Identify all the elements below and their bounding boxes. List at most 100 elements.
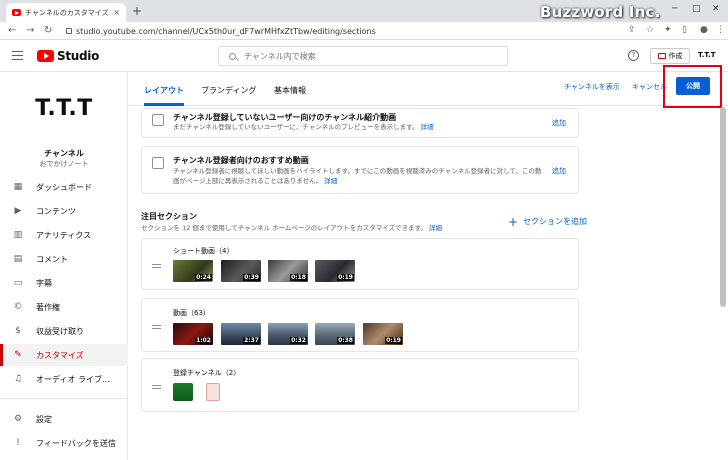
- forward-icon[interactable]: →: [26, 24, 34, 38]
- channel-name: おでかけノート: [39, 160, 89, 168]
- sidebar-item-earn[interactable]: $ 収益受け取り: [0, 320, 128, 342]
- drag-handle-icon[interactable]: [152, 325, 161, 329]
- video-duration: 0:18: [290, 274, 307, 281]
- search-input[interactable]: [244, 51, 484, 61]
- featured-video-card: チャンネル登録者向けのおすすめ動画 チャンネル登録者に視聴してほしい動画をハイラ…: [141, 146, 579, 194]
- details-link[interactable]: 詳細: [429, 224, 442, 232]
- video-thumbnail[interactable]: 0:18: [268, 260, 308, 282]
- lock-icon: [66, 28, 72, 34]
- sidebar-item-label: コンテンツ: [36, 206, 76, 216]
- sidebar-item-label: オーディオ ライブ...: [36, 374, 110, 384]
- sidebar-item-label: 著作権: [36, 302, 60, 312]
- featured-sections-title: 注目セクション: [141, 212, 197, 221]
- main-content: レイアウト ブランディング 基本情報 チャンネルを表示 キャンセル 公開 チャン…: [128, 65, 728, 460]
- videos-section[interactable]: 動画（63） 1:02 2:37 0:32 0:38 0:19: [141, 298, 579, 352]
- address-bar: ← → ↻ studio.youtube.com/channel/UCx5th0…: [0, 22, 728, 40]
- tab-close-icon[interactable]: ×: [113, 8, 120, 17]
- sidebar-item-comments[interactable]: ▤ コメント: [0, 248, 128, 270]
- profile-icon[interactable]: ●: [700, 25, 708, 35]
- analytics-icon: ▥: [13, 230, 23, 240]
- add-featured-button[interactable]: 追加: [552, 166, 566, 176]
- sidebar-item-audio-library[interactable]: ♫ オーディオ ライブ...: [0, 368, 128, 390]
- browser-menu-icon[interactable]: ⋮: [716, 25, 725, 35]
- channel-avatar-icon[interactable]: [206, 383, 220, 401]
- menu-icon[interactable]: [12, 51, 23, 60]
- video-thumbnail[interactable]: 0:19: [363, 323, 403, 345]
- channel-logo[interactable]: T.T.T: [0, 96, 128, 121]
- sidebar-item-label: 収益受け取り: [36, 326, 84, 336]
- sidebar-item-dashboard[interactable]: ▦ ダッシュボード: [0, 176, 128, 198]
- video-thumbnail[interactable]: 0:19: [315, 260, 355, 282]
- video-thumbnail[interactable]: 2:37: [221, 323, 261, 345]
- sidebar-item-label: コメント: [36, 254, 68, 264]
- video-duration: 0:39: [243, 274, 260, 281]
- sidebar-item-copyright[interactable]: © 著作権: [0, 296, 128, 318]
- studio-logo[interactable]: Studio: [37, 49, 99, 63]
- shorts-section[interactable]: ショート動画（4） 0:24 0:39 0:18 0:19: [141, 238, 579, 290]
- subscriptions-section[interactable]: 登録チャンネル（2）: [141, 358, 579, 412]
- feedback-icon: !: [16, 438, 20, 448]
- details-link[interactable]: 詳細: [421, 123, 434, 131]
- extensions-icon[interactable]: ✦: [664, 25, 672, 35]
- create-label: 作成: [668, 52, 683, 60]
- publish-button[interactable]: 公開: [676, 77, 710, 95]
- dollar-icon: $: [15, 326, 21, 336]
- add-trailer-button[interactable]: 追加: [552, 118, 566, 128]
- cancel-button[interactable]: キャンセル: [632, 82, 667, 92]
- sidebar-item-label: ダッシュボード: [36, 182, 92, 192]
- youtube-favicon-icon: [12, 9, 21, 16]
- card-title: チャンネル登録者向けのおすすめ動画: [173, 156, 309, 165]
- scrollbar[interactable]: [720, 107, 726, 307]
- back-icon[interactable]: ←: [8, 24, 16, 38]
- details-link[interactable]: 詳細: [324, 177, 337, 185]
- section-title: 動画（63）: [173, 309, 210, 317]
- maximize-icon[interactable]: □: [692, 4, 701, 14]
- minimize-icon[interactable]: ─: [672, 4, 677, 14]
- window-close-icon[interactable]: ✕: [712, 4, 720, 14]
- section-title: 登録チャンネル（2）: [173, 369, 241, 377]
- video-camera-icon: [657, 53, 666, 59]
- sidepanel-icon[interactable]: ▯: [682, 25, 687, 35]
- create-button[interactable]: 作成: [650, 48, 690, 64]
- account-avatar[interactable]: T.T.T: [698, 51, 716, 59]
- tab-active-indicator: [144, 103, 184, 106]
- sidebar-item-customize[interactable]: ✎ カスタマイズ: [0, 344, 128, 366]
- view-channel-button[interactable]: チャンネルを表示: [564, 82, 620, 92]
- help-icon[interactable]: ?: [628, 50, 639, 61]
- sidebar-item-label: フィードバックを送信: [36, 438, 116, 448]
- video-thumbnail[interactable]: 0:24: [173, 260, 213, 282]
- tab-basic-info[interactable]: 基本情報: [274, 85, 306, 96]
- video-thumbnail[interactable]: 0:32: [268, 323, 308, 345]
- card-description: まだチャンネル登録していないユーザーに、チャンネルのプレビューを表示します。 詳…: [173, 122, 543, 132]
- sidebar-item-settings[interactable]: ⚙ 設定: [0, 408, 128, 430]
- channel-search[interactable]: [218, 46, 508, 66]
- sidebar-item-label: アナリティクス: [36, 230, 92, 240]
- add-section-button[interactable]: + セクションを追加: [508, 216, 588, 228]
- share-icon[interactable]: ⇪: [628, 25, 636, 35]
- video-thumbnail[interactable]: 0:38: [315, 323, 355, 345]
- video-thumbnail[interactable]: 0:39: [221, 260, 261, 282]
- tab-layout[interactable]: レイアウト: [144, 85, 184, 96]
- sidebar-item-subtitles[interactable]: ▭ 字幕: [0, 272, 128, 294]
- sidebar-item-analytics[interactable]: ▥ アナリティクス: [0, 224, 128, 246]
- add-section-label: セクションを追加: [523, 217, 588, 226]
- sidebar-item-label: 字幕: [36, 278, 52, 288]
- browser-tab[interactable]: チャンネルのカスタマイズ - YouTube S ×: [6, 3, 126, 22]
- reload-icon[interactable]: ↻: [44, 24, 52, 38]
- new-tab-button[interactable]: +: [132, 4, 142, 18]
- video-thumbnail[interactable]: 1:02: [173, 323, 213, 345]
- video-duration: 0:19: [337, 274, 354, 281]
- tab-branding[interactable]: ブランディング: [201, 85, 256, 96]
- featured-sections-description: セクションを 12 個まで使用してチャンネル ホームページのレイアウトをカスタマ…: [141, 222, 442, 232]
- video-duration: 0:32: [290, 337, 307, 344]
- drag-handle-icon[interactable]: [152, 264, 161, 268]
- channel-avatar-icon[interactable]: [173, 383, 193, 401]
- sidebar-item-content[interactable]: ▶ コンテンツ: [0, 200, 128, 222]
- studio-header: Studio ? 作成 T.T.T: [0, 40, 728, 72]
- subtitles-icon: ▭: [13, 278, 23, 288]
- browser-tabstrip: チャンネルのカスタマイズ - YouTube S × + Buzzword In…: [0, 0, 728, 22]
- sidebar-item-feedback[interactable]: ! フィードバックを送信: [0, 432, 128, 454]
- drag-handle-icon[interactable]: [152, 385, 161, 389]
- url-field[interactable]: studio.youtube.com/channel/UCx5th0ur_dF7…: [66, 24, 616, 38]
- bookmark-star-icon[interactable]: ☆: [646, 25, 654, 35]
